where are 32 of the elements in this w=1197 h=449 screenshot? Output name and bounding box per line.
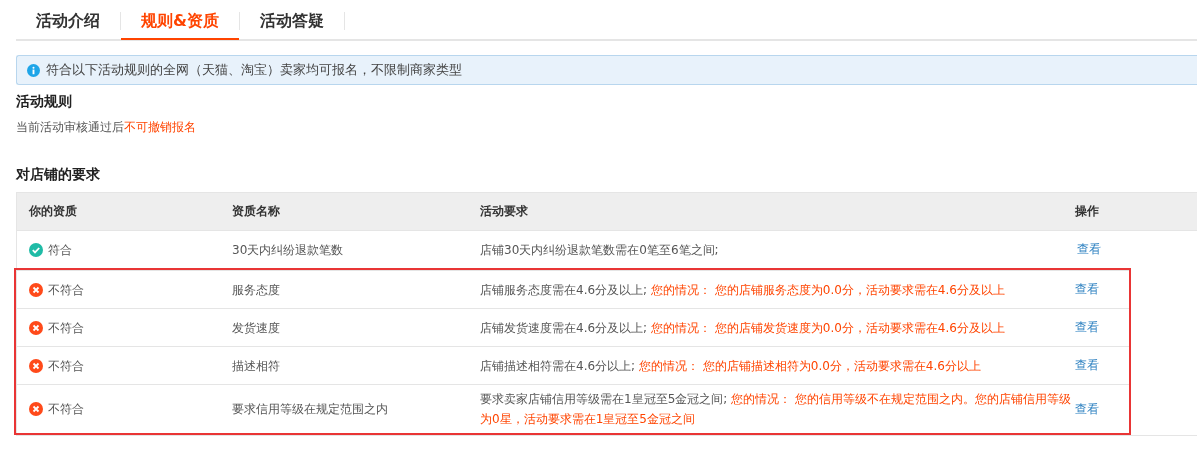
column-header: 你的资质	[27, 203, 78, 220]
tab[interactable]: 规则&资质	[121, 1, 239, 40]
column-header: 资质名称	[231, 203, 281, 220]
section-title: 活动规则	[16, 93, 73, 111]
status-text: 不符合	[48, 401, 84, 418]
view-link[interactable]: 查看	[1075, 401, 1099, 416]
view-link[interactable]: 查看	[1075, 358, 1099, 372]
status-text: 符合	[48, 241, 72, 259]
notice-text: 符合以下活动规则的全网（天猫、淘宝）卖家均可报名，不限制商家类型	[46, 61, 462, 79]
tab[interactable]: 活动介绍	[16, 1, 120, 40]
column-header: 活动要求	[480, 203, 529, 220]
requirement-text: 店铺30天内纠纷退款笔数需在0笔至6笔之间;	[480, 241, 720, 259]
view-link[interactable]: 查看	[1075, 320, 1099, 334]
requirement-text: 店铺描述相符需在4.6分以上; 您的情况： 您的店铺描述相符为0.0分，活动要求需在4.6分以上	[480, 357, 982, 375]
requirement-text: 店铺服务态度需在4.6分及以上; 您的情况： 您的店铺服务态度为0.0分，活动要求需在4.6分及以上	[480, 281, 1006, 299]
status-text: 不符合	[48, 357, 84, 375]
table-cell-text: 发货速度	[231, 319, 281, 337]
view-link[interactable]: 查看	[1077, 242, 1101, 256]
tab[interactable]: 活动答疑	[239, 1, 344, 40]
table-cell-text: 服务态度	[231, 281, 281, 299]
requirement-text: 要求卖家店铺信用等级需在1皇冠至5金冠之间; 您的情况： 您的信用等级不在规定范围之内。您的店铺信用等级为0星，活动要求需在1皇冠至5金冠之间	[480, 391, 1072, 428]
status-text: 不符合	[48, 319, 84, 337]
table-cell-text: 要求信用等级在规定范围之内	[231, 401, 389, 418]
section-title: 对店铺的要求	[16, 166, 101, 184]
status-text: 不符合	[48, 281, 84, 299]
table-cell-text: 30天内纠纷退款笔数	[231, 241, 345, 259]
info-icon	[27, 63, 40, 77]
requirement-text: 店铺发货速度需在4.6分及以上; 您的情况： 您的店铺发货速度为0.0分，活动要求需在4.6分及以上	[480, 319, 1006, 337]
rule-text: 当前活动审核通过后不可撤销报名	[16, 119, 197, 136]
column-header: 操作	[1075, 203, 1100, 220]
table-cell-text: 描述相符	[231, 357, 281, 375]
view-link[interactable]: 查看	[1075, 282, 1099, 296]
